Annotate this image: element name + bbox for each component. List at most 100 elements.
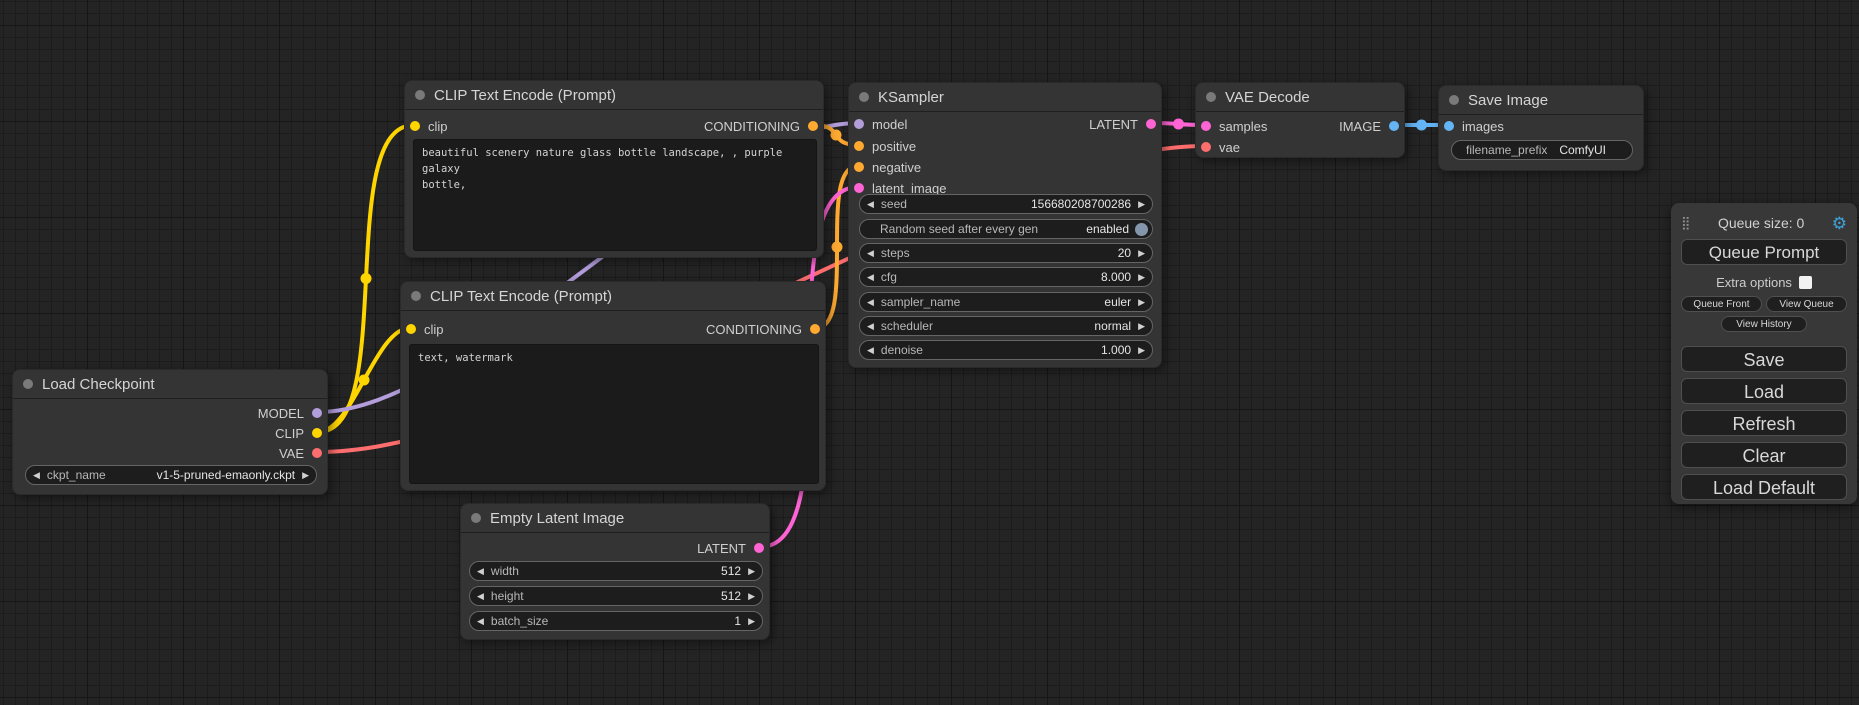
settings-gear-icon[interactable]: ⚙: [1832, 215, 1847, 232]
output-port-latent[interactable]: LATENT: [1089, 114, 1161, 134]
input-port-samples[interactable]: samples: [1196, 116, 1267, 136]
output-port-dot-icon[interactable]: [754, 543, 764, 553]
node-save-image[interactable]: Save Imageimagesfilename_prefixComfyUI: [1438, 85, 1644, 171]
output-port-latent[interactable]: LATENT: [697, 538, 769, 558]
output-port-conditioning[interactable]: CONDITIONING: [704, 116, 823, 136]
output-port-clip[interactable]: CLIP: [275, 423, 327, 443]
input-port-dot-icon[interactable]: [854, 183, 864, 193]
widget-scheduler[interactable]: ◀schedulernormal▶: [859, 316, 1153, 336]
node-empty-latent-image[interactable]: Empty Latent ImageLATENT◀width512▶◀heigh…: [460, 503, 770, 640]
input-port-clip[interactable]: clip: [401, 319, 444, 339]
queue-prompt-button[interactable]: Queue Prompt: [1681, 239, 1847, 265]
input-port-dot-icon[interactable]: [406, 324, 416, 334]
increment-arrow-icon[interactable]: ▶: [1131, 297, 1152, 308]
output-port-vae[interactable]: VAE: [279, 443, 327, 463]
view-history-button[interactable]: View History: [1721, 316, 1807, 332]
output-port-image[interactable]: IMAGE: [1339, 116, 1404, 136]
collapse-dot-icon[interactable]: [411, 291, 421, 301]
widget-ckpt_name[interactable]: ◀ckpt_namev1-5-pruned-emaonly.ckpt▶: [25, 465, 317, 485]
input-port-negative[interactable]: negative: [849, 157, 921, 177]
decrement-arrow-icon[interactable]: ◀: [26, 470, 47, 481]
increment-arrow-icon[interactable]: ▶: [1131, 199, 1152, 210]
increment-arrow-icon[interactable]: ▶: [741, 591, 762, 602]
collapse-dot-icon[interactable]: [415, 90, 425, 100]
decrement-arrow-icon[interactable]: ◀: [860, 297, 881, 308]
increment-arrow-icon[interactable]: ▶: [1131, 248, 1152, 259]
node-clip-text-encode-negative[interactable]: CLIP Text Encode (Prompt)clipCONDITIONIN…: [400, 281, 826, 491]
widget-sampler_name[interactable]: ◀sampler_nameeuler▶: [859, 292, 1153, 312]
node-load-checkpoint[interactable]: Load CheckpointMODELCLIPVAE◀ckpt_namev1-…: [12, 369, 328, 495]
widget-width[interactable]: ◀width512▶: [469, 561, 763, 581]
input-port-dot-icon[interactable]: [854, 119, 864, 129]
output-port-dot-icon[interactable]: [312, 408, 322, 418]
refresh-button[interactable]: Refresh: [1681, 410, 1847, 436]
toggle-state-icon[interactable]: [1135, 223, 1148, 236]
decrement-arrow-icon[interactable]: ◀: [860, 272, 881, 283]
load-default-button[interactable]: Load Default: [1681, 474, 1847, 500]
prompt-textarea[interactable]: beautiful scenery nature glass bottle la…: [413, 139, 817, 251]
node-ksampler[interactable]: KSamplermodelpositivenegativelatent_imag…: [848, 82, 1162, 368]
clear-button[interactable]: Clear: [1681, 442, 1847, 468]
collapse-dot-icon[interactable]: [23, 379, 33, 389]
input-port-dot-icon[interactable]: [854, 162, 864, 172]
node-graph-canvas[interactable]: Load CheckpointMODELCLIPVAE◀ckpt_namev1-…: [0, 0, 1859, 705]
link-midpoint-dot[interactable]: [832, 242, 843, 253]
input-port-dot-icon[interactable]: [1201, 142, 1211, 152]
output-port-dot-icon[interactable]: [312, 428, 322, 438]
widget-denoise[interactable]: ◀denoise1.000▶: [859, 340, 1153, 360]
link-midpoint-dot[interactable]: [359, 375, 370, 386]
link-midpoint-dot[interactable]: [1416, 120, 1427, 131]
input-port-dot-icon[interactable]: [1201, 121, 1211, 131]
extra-options-checkbox[interactable]: [1799, 276, 1812, 289]
increment-arrow-icon[interactable]: ▶: [1131, 345, 1152, 356]
queue-front-button[interactable]: Queue Front: [1681, 296, 1762, 312]
decrement-arrow-icon[interactable]: ◀: [860, 248, 881, 259]
increment-arrow-icon[interactable]: ▶: [1131, 272, 1152, 283]
decrement-arrow-icon[interactable]: ◀: [860, 345, 881, 356]
widget-random-seed-after-every-gen[interactable]: Random seed after every genenabled: [859, 219, 1153, 239]
prompt-textarea[interactable]: text, watermark: [409, 344, 819, 484]
increment-arrow-icon[interactable]: ▶: [295, 470, 316, 481]
decrement-arrow-icon[interactable]: ◀: [860, 321, 881, 332]
collapse-dot-icon[interactable]: [471, 513, 481, 523]
input-port-dot-icon[interactable]: [854, 141, 864, 151]
widget-seed[interactable]: ◀seed156680208700286▶: [859, 194, 1153, 214]
collapse-dot-icon[interactable]: [1449, 95, 1459, 105]
output-port-dot-icon[interactable]: [312, 448, 322, 458]
widget-cfg[interactable]: ◀cfg8.000▶: [859, 267, 1153, 287]
increment-arrow-icon[interactable]: ▶: [741, 616, 762, 627]
widget-steps[interactable]: ◀steps20▶: [859, 243, 1153, 263]
decrement-arrow-icon[interactable]: ◀: [470, 591, 491, 602]
link-midpoint-dot[interactable]: [831, 130, 842, 141]
node-vae-decode[interactable]: VAE DecodesamplesvaeIMAGE: [1195, 82, 1405, 158]
save-button[interactable]: Save: [1681, 346, 1847, 372]
decrement-arrow-icon[interactable]: ◀: [860, 199, 881, 210]
decrement-arrow-icon[interactable]: ◀: [470, 616, 491, 627]
link-midpoint-dot[interactable]: [361, 273, 372, 284]
output-port-dot-icon[interactable]: [808, 121, 818, 131]
increment-arrow-icon[interactable]: ▶: [1131, 321, 1152, 332]
output-port-conditioning[interactable]: CONDITIONING: [706, 319, 825, 339]
widget-batch_size[interactable]: ◀batch_size1▶: [469, 611, 763, 631]
input-port-positive[interactable]: positive: [849, 136, 916, 156]
view-queue-button[interactable]: View Queue: [1766, 296, 1847, 312]
input-port-vae[interactable]: vae: [1196, 137, 1240, 157]
output-port-dot-icon[interactable]: [1146, 119, 1156, 129]
input-port-model[interactable]: model: [849, 114, 907, 134]
drag-handle-icon[interactable]: ⣿: [1681, 216, 1691, 231]
output-port-dot-icon[interactable]: [810, 324, 820, 334]
widget-height[interactable]: ◀height512▶: [469, 586, 763, 606]
input-port-dot-icon[interactable]: [1444, 121, 1454, 131]
collapse-dot-icon[interactable]: [1206, 92, 1216, 102]
decrement-arrow-icon[interactable]: ◀: [470, 566, 491, 577]
widget-filename_prefix[interactable]: filename_prefixComfyUI: [1451, 140, 1633, 160]
input-port-dot-icon[interactable]: [410, 121, 420, 131]
node-clip-text-encode-positive[interactable]: CLIP Text Encode (Prompt)clipCONDITIONIN…: [404, 80, 824, 258]
increment-arrow-icon[interactable]: ▶: [741, 566, 762, 577]
input-port-images[interactable]: images: [1439, 116, 1504, 136]
output-port-model[interactable]: MODEL: [258, 403, 327, 423]
load-button[interactable]: Load: [1681, 378, 1847, 404]
input-port-clip[interactable]: clip: [405, 116, 448, 136]
link-midpoint-dot[interactable]: [1173, 119, 1184, 130]
output-port-dot-icon[interactable]: [1389, 121, 1399, 131]
